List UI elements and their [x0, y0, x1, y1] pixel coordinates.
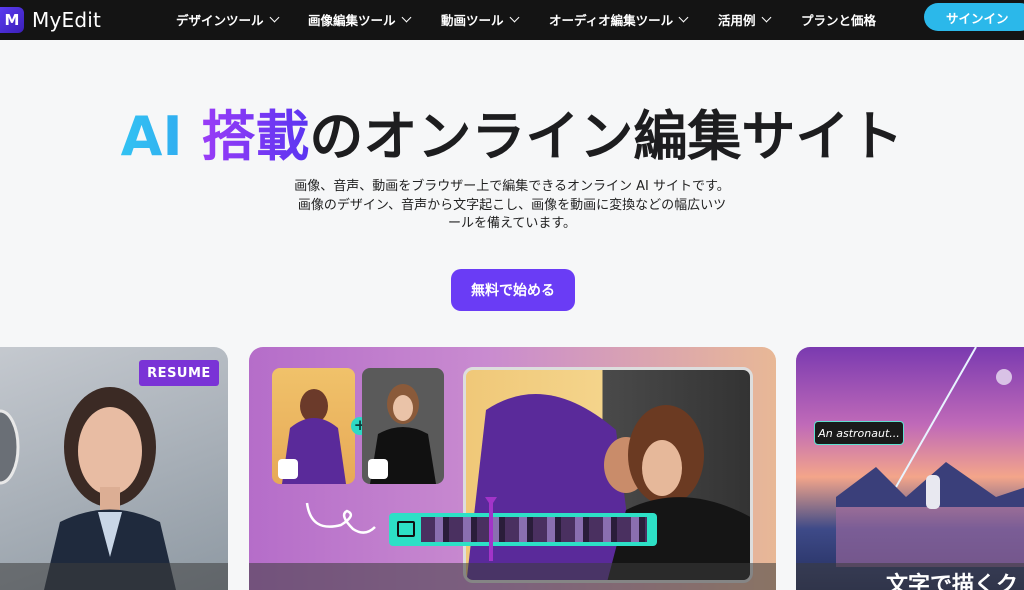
- card-caption-bar: [0, 563, 228, 590]
- title-rest: のオンライン編集サイト: [309, 105, 904, 168]
- chevron-down-icon: [509, 12, 519, 23]
- title-tosai: 搭載: [201, 105, 310, 168]
- card-resume[interactable]: RESUME: [0, 347, 228, 590]
- film-icon: [397, 521, 415, 537]
- desc-line: 画像のデザイン、音声から文字起こし、画像を動画に変換などの幅広いツ: [297, 197, 727, 213]
- nav-label: オーディオ編集ツール: [549, 13, 674, 28]
- arrow-icon: [305, 502, 376, 534]
- nav-label: プランと価格: [801, 13, 877, 28]
- chevron-down-icon: [761, 12, 771, 23]
- card-caption: 文字で描くク: [886, 573, 1019, 590]
- card-text-to-image[interactable]: An astronaut... 文字で描くク: [796, 347, 1024, 590]
- nav-label: 活用例: [718, 13, 756, 28]
- nav-label: デザインツール: [176, 13, 264, 28]
- user-icon: [368, 459, 388, 479]
- timeline-frames: [421, 517, 647, 542]
- astronaut-scene-image: [836, 347, 1024, 567]
- start-free-button[interactable]: 無料で始める: [451, 269, 575, 311]
- logo[interactable]: M MyEdit: [0, 6, 101, 34]
- prompt-tag: An astronaut...: [814, 421, 904, 445]
- nav-design-tools[interactable]: デザインツール: [176, 10, 279, 29]
- logo-icon: M: [0, 7, 24, 33]
- nav-image-tools[interactable]: 画像編集ツール: [308, 10, 411, 29]
- user-icon: [278, 459, 298, 479]
- nav-video-tools[interactable]: 動画ツール: [441, 10, 519, 29]
- card-caption-bar: [249, 563, 776, 590]
- chevron-down-icon: [678, 12, 689, 23]
- nav-audio-tools[interactable]: オーディオ編集ツール: [549, 10, 689, 29]
- top-nav: M MyEdit デザインツール 画像編集ツール 動画ツール オーディオ編集ツー…: [0, 0, 1024, 40]
- logo-text: MyEdit: [32, 8, 102, 32]
- resume-badge: RESUME: [139, 360, 219, 386]
- nav-pricing[interactable]: プランと価格: [801, 10, 876, 29]
- nav-label: 動画ツール: [441, 13, 504, 28]
- desc-line: 画像、音声、動画をブラウザー上で編集できるオンライン AI サイトです。: [294, 179, 730, 194]
- playhead[interactable]: [489, 499, 493, 561]
- chevron-down-icon: [269, 12, 279, 23]
- hero-description: 画像、音声、動画をブラウザー上で編集できるオンライン AI サイトです。 画像の…: [250, 178, 774, 234]
- kiss-scene-image: [466, 394, 750, 580]
- card-image-to-video[interactable]: +: [249, 347, 776, 590]
- nav-use-cases[interactable]: 活用例: [718, 10, 771, 29]
- chevron-down-icon: [401, 12, 411, 23]
- hero-title: AI 搭載のオンライン編集サイト: [0, 92, 1024, 171]
- signin-button[interactable]: サインイン: [924, 3, 1024, 31]
- video-timeline[interactable]: [389, 513, 657, 546]
- nav-label: 画像編集ツール: [308, 13, 396, 28]
- result-video-preview: [463, 367, 753, 583]
- title-ai: AI: [120, 105, 202, 168]
- desc-line: ールを備えています。: [447, 216, 577, 231]
